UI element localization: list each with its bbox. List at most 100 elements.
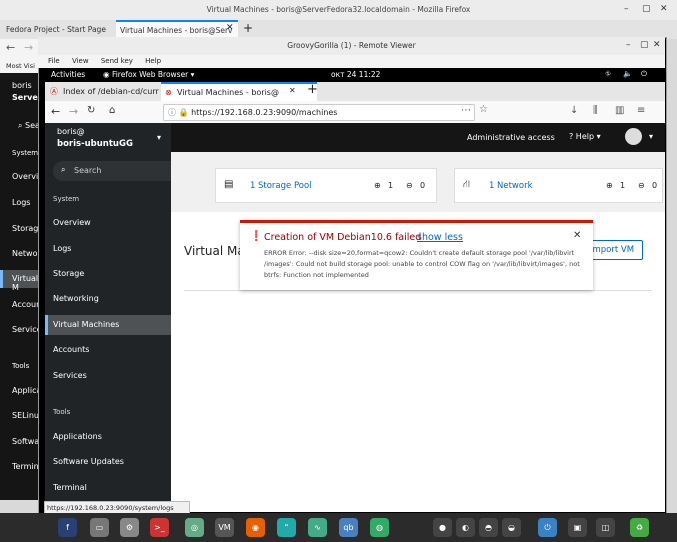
network-card[interactable]: ⛙ 1 Network ⊕ 1 ⊖ 0 (454, 168, 663, 203)
record-icon[interactable]: ● (433, 518, 452, 537)
rv-maximize-icon[interactable]: ▢ (640, 40, 649, 50)
star-icon[interactable]: ☆ (479, 104, 488, 115)
menu-dots-icon[interactable]: ⋯ (461, 105, 471, 116)
firefox-icon[interactable]: ◉ (246, 518, 265, 537)
close-icon[interactable]: ✕ (573, 230, 581, 241)
app-icon[interactable]: ◓ (479, 518, 498, 537)
spice-icon[interactable]: ◍ (370, 518, 389, 537)
hamburger-menu-icon[interactable]: ≡ (637, 105, 645, 116)
tray-icon[interactable]: ▣ (568, 518, 587, 537)
outer-tab-label: Virtual Machines - boris@Serv (120, 26, 233, 35)
app-icon[interactable]: ◒ (502, 518, 521, 537)
network-count[interactable]: 1 (489, 181, 494, 191)
storage-pool-card[interactable]: ▤ 1 Storage Pool ⊕ 1 ⊖ 0 (215, 168, 437, 203)
outer-tools-label: Tools (12, 362, 30, 370)
menu-send-key[interactable]: Send key (101, 55, 133, 68)
nav-applications[interactable]: Applications (45, 427, 171, 447)
tab-close-icon[interactable]: ✕ (226, 23, 234, 33)
back-icon[interactable]: ← (51, 105, 60, 118)
minimize-icon[interactable]: – (624, 4, 629, 14)
outer-nav-accounts[interactable]: Accoun (12, 300, 41, 309)
sidebar-host[interactable]: boris-ubuntuGG (57, 139, 133, 149)
monitor-icon[interactable]: ∿ (308, 518, 327, 537)
outer-host-user: boris (12, 81, 32, 90)
nav-terminal[interactable]: Terminal (45, 478, 171, 498)
nav-storage[interactable]: Storage (45, 264, 171, 284)
show-less-link[interactable]: show less (417, 232, 463, 243)
chevron-down-icon: ▾ (190, 70, 195, 79)
network-up-count: 1 (620, 181, 626, 190)
gnome-top-bar: Activities ◉ Firefox Web Browser ▾ окт 2… (45, 68, 665, 82)
reload-icon[interactable]: ↻ (87, 105, 95, 116)
maximize-icon[interactable]: ▢ (642, 4, 651, 14)
menu-view[interactable]: View (72, 55, 89, 68)
library-icon[interactable]: ⫼ (593, 105, 598, 116)
menu-help[interactable]: Help (145, 55, 161, 68)
inner-tab-label: Virtual Machines - boris@ (177, 88, 279, 97)
new-tab-icon[interactable]: + (307, 82, 318, 97)
outer-search[interactable]: ⌕ Sea (18, 121, 40, 131)
menu-file[interactable]: File (48, 55, 60, 68)
storage-up-count: 1 (388, 181, 394, 190)
nav-virtual-machines[interactable]: Virtual Machines (45, 315, 171, 335)
camera-icon[interactable]: ◎ (185, 518, 204, 537)
power-icon[interactable]: ⏻ (538, 518, 557, 537)
network-label[interactable]: Network (497, 181, 533, 191)
user-avatar-icon[interactable] (625, 128, 642, 145)
network-tree-icon: ⛙ (463, 179, 471, 190)
arrow-down-circle-icon: ⊖ (638, 181, 645, 190)
fedora-icon[interactable]: f (58, 518, 77, 537)
rv-minimize-icon[interactable]: – (626, 40, 631, 50)
app-icon[interactable]: ◐ (456, 518, 475, 537)
power-icon[interactable]: ⏻ (641, 69, 647, 79)
back-icon[interactable]: ← (6, 41, 15, 54)
inner-tab-debian-index[interactable]: Ⓐ Index of /debian-cd/curr (47, 83, 175, 100)
nav-services[interactable]: Services (45, 366, 171, 386)
nav-logs[interactable]: Logs (45, 239, 171, 259)
nav-networking[interactable]: Networking (45, 289, 171, 309)
nav-accounts[interactable]: Accounts (45, 340, 171, 360)
chevron-down-icon[interactable]: ▾ (649, 132, 653, 141)
storage-pool-count[interactable]: 1 (250, 181, 255, 191)
outer-nav-logs[interactable]: Logs (12, 198, 30, 207)
quotes-icon[interactable]: " (277, 518, 296, 537)
download-icon[interactable]: ↓ (570, 105, 578, 116)
admin-access-button[interactable]: Administrative access (467, 133, 555, 142)
activities-button[interactable]: Activities (51, 70, 85, 79)
help-button[interactable]: ? Help ▾ (569, 132, 601, 141)
terminal-icon[interactable]: >_ (150, 518, 169, 537)
sidebar-icon[interactable]: ▥ (615, 105, 624, 116)
new-tab-icon[interactable]: + (243, 21, 253, 35)
home-icon[interactable]: ⌂ (109, 105, 115, 116)
forward-icon[interactable]: → (69, 105, 78, 118)
chevron-down-icon[interactable]: ▾ (157, 133, 161, 142)
nav-software-updates[interactable]: Software Updates (45, 452, 171, 472)
nav-overview[interactable]: Overview (45, 213, 171, 233)
settings-icon[interactable]: ⚙ (120, 518, 139, 537)
cockpit-main: ▤ 1 Storage Pool ⊕ 1 ⊖ 0 ⛙ 1 Network ⊕ 1… (171, 152, 665, 512)
inner-navbar: ← → ↻ ⌂ ⓘ 🔒 https://192.168.0.23:9090/ma… (45, 101, 665, 124)
url-bar[interactable]: ⓘ 🔒 https://192.168.0.23:9090/machines (163, 104, 475, 121)
app-menu[interactable]: ◉ Firefox Web Browser ▾ (103, 70, 194, 79)
files-icon[interactable]: ▭ (90, 518, 109, 537)
inner-tab-strip: Ⓐ Index of /debian-cd/curr ⊗ Virtual Mac… (45, 82, 665, 101)
trash-icon[interactable]: ♻ (630, 518, 649, 537)
most-visited-bookmark[interactable]: Most Visi (6, 62, 35, 70)
virt-manager-icon[interactable]: VM (215, 518, 234, 537)
tab-close-icon[interactable]: ✕ (289, 86, 296, 95)
search-input[interactable]: ⌕ Search (53, 161, 187, 181)
gnome-clock[interactable]: окт 24 11:22 (331, 70, 380, 79)
close-icon[interactable]: ✕ (660, 4, 668, 14)
outer-nav-software[interactable]: Softwa (12, 437, 39, 446)
app-menu-label: Firefox Web Browser (111, 70, 189, 79)
cockpit-sidebar: boris@ boris-ubuntuGG ▾ ⌕ Search System … (45, 123, 187, 512)
outer-tab-fedora[interactable]: Fedora Project - Start Page (2, 22, 116, 37)
storage-pool-label[interactable]: Storage Pool (258, 181, 312, 191)
tray-icon[interactable]: ◫ (596, 518, 615, 537)
divider (184, 290, 652, 291)
forward-icon[interactable]: → (24, 41, 33, 54)
rv-close-icon[interactable]: ✕ (653, 40, 661, 50)
qbittorrent-icon[interactable]: qb (339, 518, 358, 537)
search-icon: ⌕ (18, 121, 23, 130)
outer-system-label: System (12, 149, 39, 157)
